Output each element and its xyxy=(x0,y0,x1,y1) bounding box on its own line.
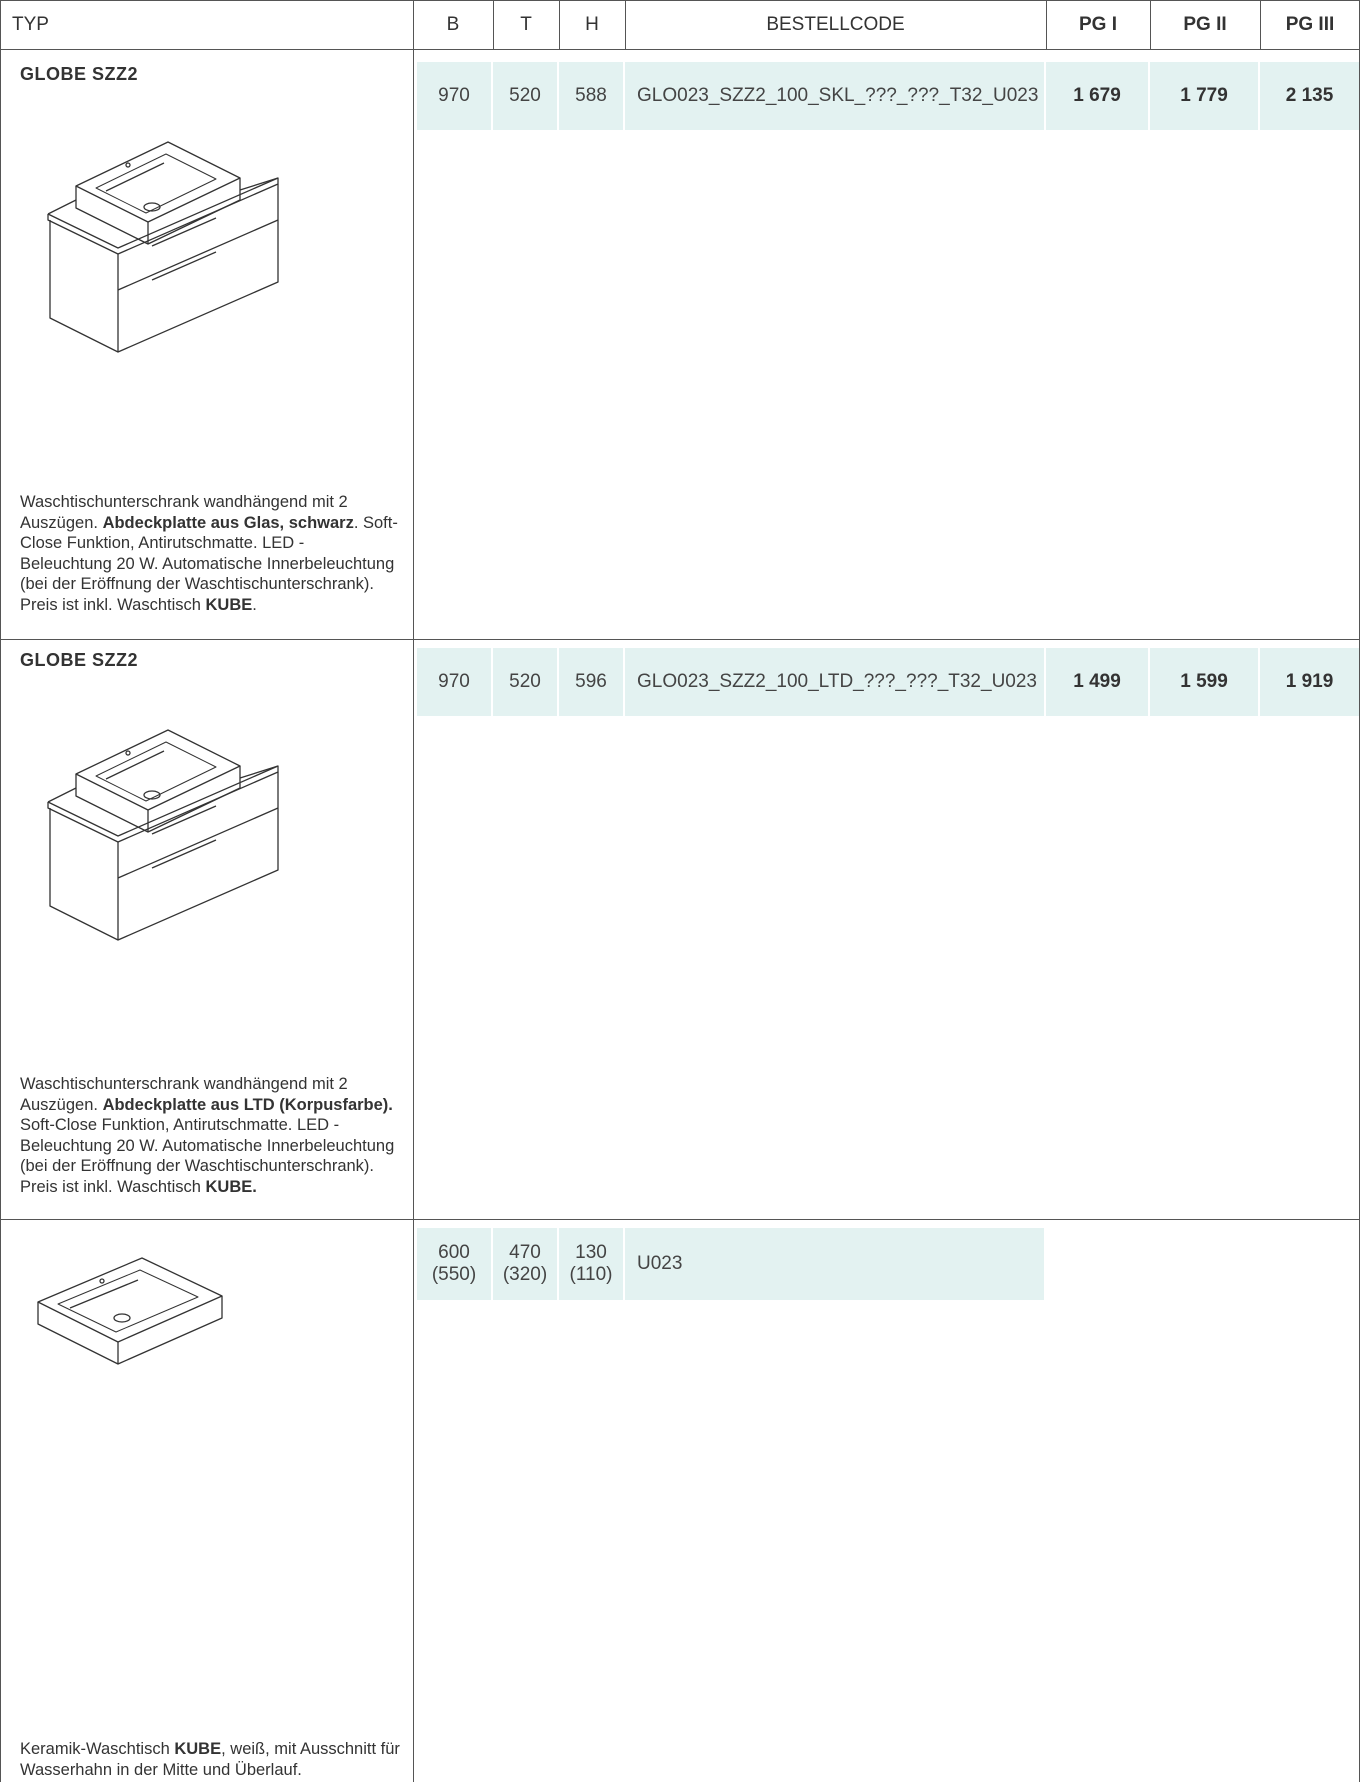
header-h: H xyxy=(559,0,625,50)
cell-h: 596 xyxy=(559,648,623,716)
header-t-label: T xyxy=(520,14,532,35)
price-pg3: 1 919 xyxy=(1285,671,1334,692)
cell-t: 520 xyxy=(493,648,557,716)
order-code: GLO023_SZZ2_100_LTD_???_???_T32_U023 xyxy=(637,671,1037,692)
cell-code: GLO023_SZZ2_100_SKL_???_???_T32_U023 xyxy=(625,62,1044,130)
description-bold: KUBE. xyxy=(205,1177,257,1196)
header-code: BESTELLCODE xyxy=(625,0,1046,50)
header-h-label: H xyxy=(585,14,599,35)
header-b: B xyxy=(413,0,493,50)
order-code: U023 xyxy=(637,1253,683,1274)
header-code-label: BESTELLCODE xyxy=(766,14,905,35)
price-table: TYP B T H BESTELLCODE PG I PG II PG III … xyxy=(0,0,1360,1782)
column-divider xyxy=(1150,0,1151,50)
product-description: Keramik-Waschtisch KUBE, weiß, mit Aussc… xyxy=(20,1739,400,1780)
cell-pg3: 2 135 xyxy=(1260,62,1359,130)
cell-pg3: 1 919 xyxy=(1260,648,1359,716)
b-value: 970 xyxy=(438,85,470,106)
description-text: . xyxy=(252,595,257,614)
product-description: Waschtischunterschrank wandhängend mit 2… xyxy=(20,492,400,615)
h-value: 596 xyxy=(575,671,607,692)
description-bold: KUBE xyxy=(174,1740,222,1758)
header-t: T xyxy=(493,0,559,50)
column-divider xyxy=(559,0,560,50)
h-value-secondary: (110) xyxy=(569,1264,613,1285)
cell-b: 600 (550) xyxy=(417,1228,491,1300)
cell-pg1: 1 679 xyxy=(1046,62,1148,130)
header-pg2-label: PG II xyxy=(1183,14,1227,35)
column-divider xyxy=(625,0,626,50)
description-bold: Abdeckplatte aus Glas, schwarz xyxy=(102,513,354,532)
description-bold: KUBE xyxy=(205,595,253,614)
cell-pg1: 1 499 xyxy=(1046,648,1148,716)
h-value: 588 xyxy=(575,85,607,106)
vanity-unit-with-basin-icon xyxy=(47,729,279,941)
header-pg1: PG I xyxy=(1046,0,1150,50)
basin-icon xyxy=(37,1257,223,1365)
cell-t: 470 (320) xyxy=(493,1228,557,1300)
cell-h: 130 (110) xyxy=(559,1228,623,1300)
header-pg1-label: PG I xyxy=(1078,14,1117,35)
header-pg3: PG III xyxy=(1260,0,1360,50)
price-pg2: 1 599 xyxy=(1180,671,1228,692)
cell-pg2: 1 779 xyxy=(1150,62,1258,130)
product-description: Waschtischunterschrank wandhängend mit 2… xyxy=(20,1074,400,1197)
header-b-label: B xyxy=(446,14,460,35)
row-divider xyxy=(0,639,1360,640)
vanity-unit-with-basin-icon xyxy=(47,141,279,353)
price-pg1: 1 679 xyxy=(1073,85,1121,106)
product-title: GLOBE SZZ2 xyxy=(20,64,139,84)
cell-code: GLO023_SZZ2_100_LTD_???_???_T32_U023 xyxy=(625,648,1044,716)
cell-pg2: 1 599 xyxy=(1150,648,1258,716)
cell-code: U023 xyxy=(625,1228,1044,1300)
cell-t: 520 xyxy=(493,62,557,130)
description-bold: Abdeckplatte aus LTD (Korpusfarbe). xyxy=(102,1095,393,1114)
b-value: 600 xyxy=(438,1242,470,1263)
t-value: 520 xyxy=(509,671,541,692)
cell-b: 970 xyxy=(417,62,491,130)
price-pg2: 1 779 xyxy=(1180,85,1228,106)
t-value: 470 xyxy=(509,1242,541,1263)
h-value: 130 xyxy=(575,1242,607,1263)
header-pg3-label: PG III xyxy=(1285,14,1335,35)
column-divider xyxy=(0,0,1,1782)
column-divider xyxy=(1046,0,1047,50)
product-title: GLOBE SZZ2 xyxy=(20,650,139,670)
header-typ-label: TYP xyxy=(12,14,49,35)
price-pg1: 1 499 xyxy=(1073,671,1121,692)
description-text: Keramik-Waschtisch xyxy=(20,1740,175,1758)
price-pg3: 2 135 xyxy=(1285,85,1334,106)
header-pg2: PG II xyxy=(1150,0,1260,50)
header-typ: TYP xyxy=(0,0,413,50)
b-value-secondary: (550) xyxy=(431,1264,477,1285)
row-divider xyxy=(0,1219,1360,1220)
b-value: 970 xyxy=(438,671,470,692)
cell-h: 588 xyxy=(559,62,623,130)
column-divider xyxy=(1260,0,1261,50)
column-divider xyxy=(413,0,414,1782)
column-divider xyxy=(493,0,494,50)
t-value-secondary: (320) xyxy=(502,1264,548,1285)
order-code: GLO023_SZZ2_100_SKL_???_???_T32_U023 xyxy=(637,85,1039,106)
t-value: 520 xyxy=(509,85,541,106)
cell-b: 970 xyxy=(417,648,491,716)
